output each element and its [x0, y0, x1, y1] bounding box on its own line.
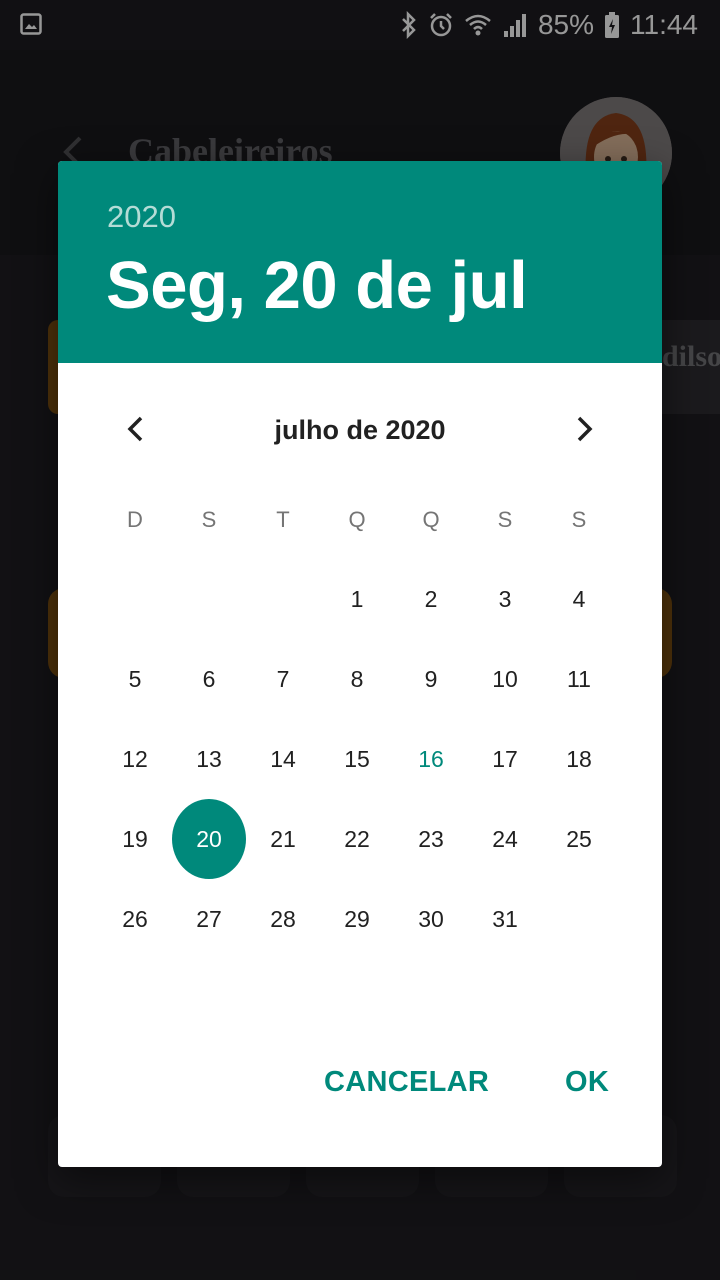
calendar-day[interactable]: 11 — [542, 639, 616, 719]
day-number: 10 — [492, 665, 518, 692]
day-number: 11 — [567, 665, 591, 692]
weekday-header: DSTQQSS — [98, 507, 618, 533]
weekday-label: S — [571, 507, 587, 532]
calendar-day[interactable]: 19 — [98, 799, 172, 879]
day-number: 5 — [128, 665, 142, 692]
calendar-day[interactable]: 24 — [468, 799, 542, 879]
day-number: 13 — [196, 745, 222, 772]
calendar-day[interactable]: 7 — [246, 639, 320, 719]
empty-day-cell — [246, 559, 320, 639]
calendar-day[interactable]: 23 — [394, 799, 468, 879]
day-number: 7 — [276, 665, 290, 692]
day-number: 25 — [566, 825, 592, 852]
calendar-day[interactable]: 29 — [320, 879, 394, 959]
day-number: 9 — [424, 665, 438, 692]
calendar-day[interactable]: 5 — [98, 639, 172, 719]
day-number: 4 — [572, 585, 586, 612]
day-number: 16 — [418, 745, 444, 772]
calendar-day[interactable]: 12 — [98, 719, 172, 799]
day-number: 14 — [270, 745, 296, 772]
day-number: 12 — [122, 745, 148, 772]
selected-date-display[interactable]: Seg, 20 de jul — [106, 247, 528, 324]
calendar-day[interactable]: 2 — [394, 559, 468, 639]
empty-day-cell — [98, 559, 172, 639]
chevron-right-icon — [577, 416, 593, 442]
calendar-day[interactable]: 15 — [320, 719, 394, 799]
day-number: 21 — [270, 825, 296, 852]
calendar-day[interactable]: 1 — [320, 559, 394, 639]
day-number: 18 — [566, 745, 592, 772]
day-number: 17 — [492, 745, 518, 772]
next-month-button[interactable] — [561, 405, 609, 453]
weekday-label: S — [201, 507, 217, 532]
day-number: 28 — [270, 905, 296, 932]
calendar-day[interactable]: 3 — [468, 559, 542, 639]
calendar-grid: 1 2 3 4 5 6 7 8 9 10 11 12 13 14 15 16 17 18 19 20 21 22 23 24 2… — [98, 559, 618, 959]
ok-button[interactable]: OK — [565, 1066, 609, 1099]
weekday-label: T — [276, 507, 290, 532]
calendar-day[interactable]: 28 — [246, 879, 320, 959]
weekday-label: Q — [348, 507, 366, 532]
calendar-day[interactable]: 17 — [468, 719, 542, 799]
calendar-day[interactable]: 4 — [542, 559, 616, 639]
today-day[interactable]: 16 — [394, 719, 468, 799]
dialog-actions: CANCELAR OK — [58, 1056, 662, 1120]
day-number: 31 — [492, 905, 518, 932]
day-number: 3 — [498, 585, 512, 612]
calendar-day[interactable]: 26 — [98, 879, 172, 959]
day-number: 30 — [418, 905, 444, 932]
day-number: 26 — [122, 905, 148, 932]
day-number: 1 — [350, 585, 364, 612]
day-number: 2 — [424, 585, 438, 612]
date-picker-dialog: 2020 Seg, 20 de jul julho de 2020 D S T Q Q S… — [58, 161, 662, 1167]
day-number: 15 — [344, 745, 370, 772]
calendar-day[interactable]: 6 — [172, 639, 246, 719]
calendar-day[interactable]: 14 — [246, 719, 320, 799]
weekday-label: D — [127, 507, 143, 532]
calendar-day[interactable]: 27 — [172, 879, 246, 959]
cancel-button[interactable]: CANCELAR — [324, 1066, 489, 1099]
weekday-label: Q — [422, 507, 440, 532]
weekday-label: S — [497, 507, 513, 532]
calendar-day[interactable]: 18 — [542, 719, 616, 799]
month-navigation: julho de 2020 — [58, 399, 662, 459]
selected-day[interactable]: 20 — [172, 799, 246, 879]
day-number: 29 — [344, 905, 370, 932]
calendar-day[interactable]: 8 — [320, 639, 394, 719]
calendar-day[interactable]: 30 — [394, 879, 468, 959]
year-selector[interactable]: 2020 — [107, 199, 176, 235]
day-number: 8 — [350, 665, 364, 692]
calendar-day[interactable]: 10 — [468, 639, 542, 719]
empty-day-cell — [172, 559, 246, 639]
calendar-day[interactable]: 31 — [468, 879, 542, 959]
day-number: 20 — [172, 799, 246, 879]
day-number: 24 — [492, 825, 518, 852]
date-picker-header: 2020 Seg, 20 de jul — [58, 161, 662, 363]
calendar-day[interactable]: 22 — [320, 799, 394, 879]
day-number: 19 — [122, 825, 148, 852]
calendar-day[interactable]: 13 — [172, 719, 246, 799]
day-number: 6 — [202, 665, 216, 692]
day-number: 22 — [344, 825, 370, 852]
day-number: 23 — [418, 825, 444, 852]
calendar-day[interactable]: 9 — [394, 639, 468, 719]
calendar-day[interactable]: 21 — [246, 799, 320, 879]
calendar-day[interactable]: 25 — [542, 799, 616, 879]
day-number: 27 — [196, 905, 222, 932]
